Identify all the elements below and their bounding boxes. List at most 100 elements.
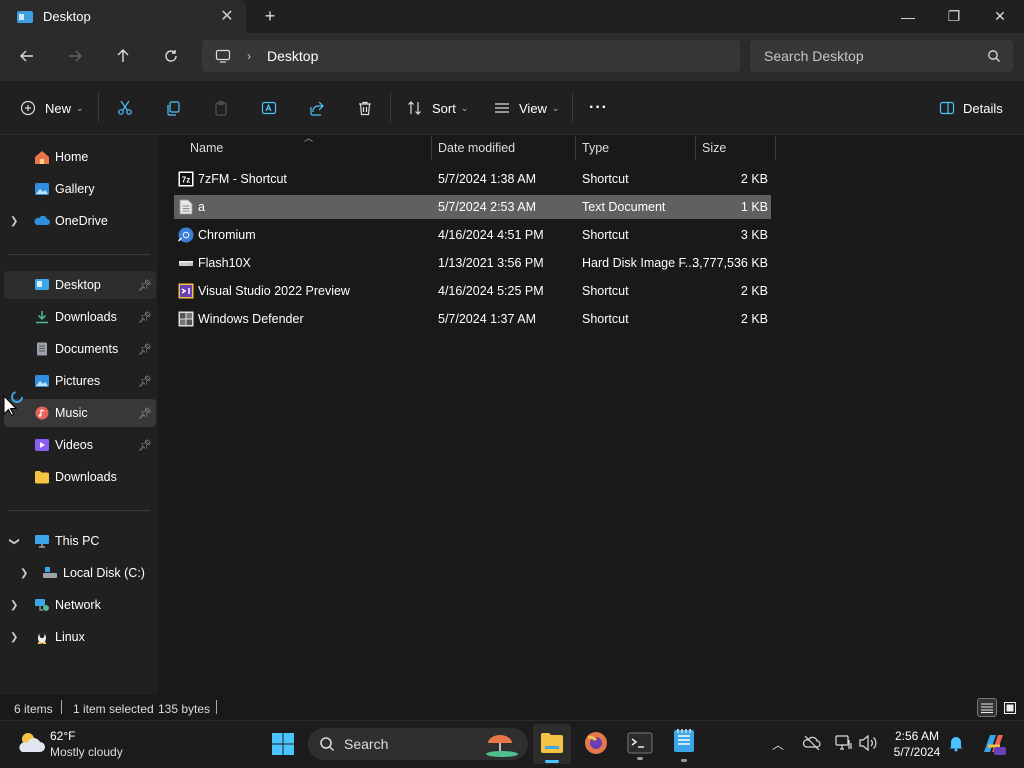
volume-icon[interactable] bbox=[858, 734, 878, 752]
file-row[interactable]: 7z 7zFM - Shortcut 5/7/2024 1:38 AM Shor… bbox=[174, 167, 771, 191]
taskbar-search-label: Search bbox=[344, 736, 389, 752]
column-header-name[interactable]: Name bbox=[190, 136, 223, 160]
back-button[interactable] bbox=[13, 44, 41, 68]
file-row[interactable]: Flash10X 1/13/2021 3:56 PM Hard Disk Ima… bbox=[174, 251, 771, 275]
taskbar-notepad[interactable] bbox=[672, 728, 696, 762]
sidebar-item-gallery[interactable]: Gallery bbox=[4, 175, 156, 203]
notification-bell-icon[interactable] bbox=[948, 734, 964, 752]
onedrive-icon bbox=[34, 214, 50, 228]
sidebar-item-label: Documents bbox=[55, 342, 119, 356]
breadcrumb-desktop[interactable]: Desktop bbox=[267, 48, 318, 64]
sidebar-item-network[interactable]: ❯ Network bbox=[4, 591, 156, 619]
sidebar-item-desktop[interactable]: Desktop 📌︎ bbox=[4, 271, 156, 299]
toolbar-divider bbox=[390, 92, 391, 122]
chevron-right-icon[interactable]: ❯ bbox=[10, 216, 18, 227]
delete-button[interactable] bbox=[357, 96, 373, 120]
column-header-date[interactable]: Date modified bbox=[438, 136, 515, 160]
sidebar-item-home[interactable]: Home bbox=[4, 143, 156, 171]
column-divider[interactable] bbox=[431, 136, 432, 160]
chevron-down-icon[interactable]: ❯ bbox=[9, 537, 20, 545]
file-row[interactable]: Windows Defender 5/7/2024 1:37 AM Shortc… bbox=[174, 307, 771, 331]
up-button[interactable] bbox=[109, 44, 137, 68]
maximize-button[interactable]: ❐ bbox=[931, 0, 977, 33]
file-row[interactable]: a 5/7/2024 2:53 AM Text Document 1 KB bbox=[174, 195, 771, 219]
sidebar-divider bbox=[8, 510, 150, 511]
breadcrumb-chevron-icon[interactable]: › bbox=[247, 49, 251, 63]
taskbar-file-explorer[interactable] bbox=[533, 724, 571, 764]
sidebar-item-this-pc[interactable]: ❯ This PC bbox=[4, 527, 156, 555]
forward-button[interactable] bbox=[61, 44, 89, 68]
sidebar-item-onedrive[interactable]: ❯ OneDrive bbox=[4, 207, 156, 235]
clock-date[interactable]: 5/7/2024 bbox=[891, 745, 943, 759]
column-divider[interactable] bbox=[575, 136, 576, 160]
more-options-button[interactable]: ··· bbox=[589, 96, 608, 120]
minimize-button[interactable]: — bbox=[885, 0, 931, 33]
chevron-right-icon[interactable]: ❯ bbox=[10, 600, 18, 611]
copy-icon bbox=[167, 101, 180, 116]
view-button[interactable]: View ⌄ bbox=[494, 96, 560, 120]
search-input[interactable]: Search Desktop bbox=[750, 40, 1013, 72]
taskbar-firefox[interactable] bbox=[584, 731, 608, 755]
weather-condition[interactable]: Mostly cloudy bbox=[50, 745, 123, 759]
sidebar-item-downloads[interactable]: Downloads 📌︎ bbox=[4, 303, 156, 331]
share-button[interactable] bbox=[309, 96, 325, 120]
sort-button[interactable]: Sort ⌄ bbox=[407, 96, 468, 120]
home-icon bbox=[34, 150, 50, 164]
svg-text:7z: 7z bbox=[182, 176, 190, 185]
show-hidden-icons-button[interactable]: ︿ bbox=[772, 736, 784, 753]
details-button[interactable]: Details bbox=[939, 96, 1003, 120]
sidebar-item-linux[interactable]: ❯ Linux bbox=[4, 623, 156, 651]
weather-icon[interactable] bbox=[16, 730, 46, 756]
column-divider[interactable] bbox=[775, 136, 776, 160]
cut-button[interactable] bbox=[117, 96, 133, 120]
network-tray-icon[interactable] bbox=[835, 734, 853, 752]
pin-icon[interactable]: 📌︎ bbox=[138, 439, 152, 452]
onedrive-tray-icon[interactable] bbox=[803, 735, 821, 751]
sidebar-item-videos[interactable]: Videos 📌︎ bbox=[4, 431, 156, 459]
new-tab-button[interactable]: + bbox=[260, 6, 280, 26]
running-indicator bbox=[681, 759, 687, 762]
tiles-view-toggle[interactable] bbox=[1000, 698, 1020, 717]
address-box[interactable]: › Desktop bbox=[202, 40, 740, 72]
chevron-down-icon: ⌄ bbox=[551, 102, 560, 113]
pin-icon[interactable]: 📌︎ bbox=[138, 343, 152, 356]
close-tab-icon[interactable]: ✕ bbox=[218, 7, 236, 25]
pin-icon[interactable]: 📌︎ bbox=[138, 311, 152, 324]
pin-icon[interactable]: 📌︎ bbox=[138, 375, 152, 388]
pin-icon[interactable]: 📌︎ bbox=[138, 279, 152, 292]
file-row[interactable]: Visual Studio 2022 Preview 4/16/2024 5:2… bbox=[174, 279, 771, 303]
taskbar-search[interactable]: Search bbox=[308, 728, 528, 760]
file-name: Chromium bbox=[198, 228, 256, 242]
rename-button[interactable] bbox=[261, 96, 277, 120]
file-row[interactable]: Chromium 4/16/2024 4:51 PM Shortcut 3 KB bbox=[174, 223, 771, 247]
chromium-icon bbox=[178, 227, 194, 243]
taskbar-terminal[interactable] bbox=[627, 732, 653, 760]
pin-icon[interactable]: 📌︎ bbox=[138, 407, 152, 420]
copilot-icon[interactable] bbox=[980, 732, 1006, 756]
copy-button[interactable] bbox=[165, 96, 181, 120]
weather-temperature[interactable]: 62°F bbox=[50, 729, 75, 743]
refresh-button[interactable] bbox=[157, 44, 185, 68]
column-divider[interactable] bbox=[695, 136, 696, 160]
start-button[interactable] bbox=[271, 732, 295, 756]
sidebar-item-label: Music bbox=[55, 406, 88, 420]
firefox-icon bbox=[585, 732, 607, 754]
chevron-right-icon[interactable]: ❯ bbox=[10, 632, 18, 643]
new-button[interactable]: New ⌄ bbox=[20, 96, 84, 120]
this-pc-icon bbox=[34, 534, 50, 548]
chevron-right-icon[interactable]: ❯ bbox=[20, 568, 28, 579]
details-view-toggle[interactable] bbox=[977, 698, 997, 717]
local-disk-icon bbox=[42, 566, 58, 580]
notepad-icon bbox=[674, 729, 694, 752]
tab-desktop[interactable]: Desktop ✕ bbox=[0, 0, 246, 33]
sidebar-item-downloads-folder[interactable]: Downloads bbox=[4, 463, 156, 491]
sidebar-item-local-disk[interactable]: ❯ Local Disk (C:) bbox=[4, 559, 156, 587]
close-window-button[interactable]: ✕ bbox=[977, 0, 1023, 33]
sidebar-item-documents[interactable]: Documents 📌︎ bbox=[4, 335, 156, 363]
paste-button[interactable] bbox=[213, 96, 229, 120]
sidebar-item-label: Downloads bbox=[55, 310, 117, 324]
column-header-type[interactable]: Type bbox=[582, 136, 609, 160]
column-header-size[interactable]: Size bbox=[702, 136, 726, 160]
clock-time[interactable]: 2:56 AM bbox=[891, 729, 943, 743]
running-indicator bbox=[637, 757, 643, 760]
